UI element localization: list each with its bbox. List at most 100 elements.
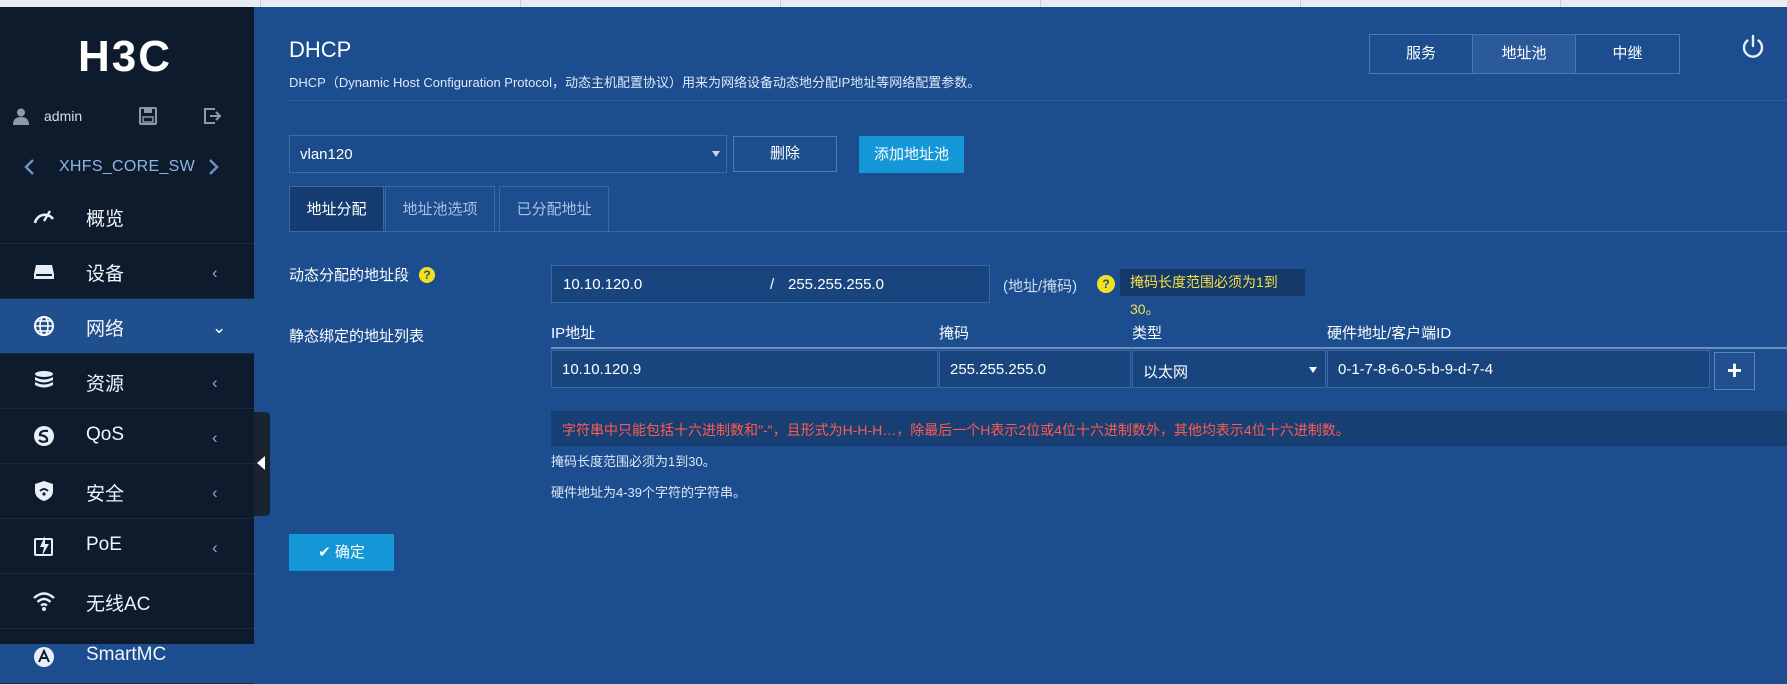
error-message: 字符串中只能包括十六进制数和"-"，且形式为H-H-H…，除最后一个H表示2位或… [562,422,1350,438]
mask-warning-tooltip: 掩码长度范围必须为1到30。 [1120,269,1305,317]
browser-tab[interactable] [0,0,261,7]
menu-label: QoS [86,424,125,445]
menu-label: SmartMC [86,644,167,665]
static-type-value: 以太网 [1143,364,1189,381]
topnav-tab-service[interactable]: 服务 [1370,35,1473,73]
browser-tab[interactable] [260,0,521,7]
sidebar: H3C admin XHFS_CORE_SW 概览 设备 ‹ 网络 ⌄ 资源 ‹… [0,7,254,684]
add-row-button[interactable]: + [1714,352,1755,390]
gauge-icon [33,210,55,224]
chevron-left-icon: ‹ [212,483,218,502]
qos-icon [34,426,54,446]
menu-item-resource[interactable]: 资源 ‹ [0,354,254,409]
chevron-left-icon: ‹ [212,428,218,447]
address-mask-separator: / [770,276,775,293]
menu-label: PoE [86,534,122,555]
menu-item-poe[interactable]: PoE ‹ [0,519,254,574]
next-device-icon[interactable] [205,157,221,177]
browser-tab[interactable] [1040,0,1301,7]
wifi-icon [33,592,55,611]
tab-divider [289,231,1787,232]
table-header-divider [551,347,1787,349]
power-icon[interactable] [1740,34,1766,60]
chevron-down-icon: ⌄ [212,318,227,337]
browser-tab[interactable] [1300,0,1561,7]
topnav-tab-relay[interactable]: 中继 [1576,35,1679,73]
tab-address-allocation[interactable]: 地址分配 [289,186,384,232]
col-header-type: 类型 [1132,325,1163,342]
confirm-label: 确定 [334,544,365,561]
help-icon[interactable]: ? [1097,275,1115,293]
browser-tab[interactable] [520,0,781,7]
menu-item-wireless-ac[interactable]: 无线AC [0,574,254,629]
format-hint: (地址/掩码) [1003,278,1078,295]
database-icon [35,371,53,388]
static-ip-input[interactable]: 10.10.120.9 [551,350,938,388]
col-header-ip: IP地址 [551,325,596,342]
header-divider [289,100,1787,101]
dynamic-range-label-row: 动态分配的地址段? [289,264,436,285]
static-ip-value: 10.10.120.9 [562,361,642,378]
menu-item-qos[interactable]: QoS ‹ [0,409,254,464]
menu-item-security[interactable]: 安全 ‹ [0,464,254,519]
col-header-hw: 硬件地址/客户端ID [1327,325,1452,342]
browser-tab-strip [0,0,1787,7]
sidebar-collapse-toggle[interactable] [254,412,270,516]
menu-label: 设备 [86,264,125,285]
col-header-mask: 掩码 [939,325,970,342]
check-icon: ✔ [318,544,331,561]
menu-item-smartmc[interactable]: SmartMC [0,629,254,684]
add-pool-button[interactable]: 添加地址池 [859,136,964,173]
tab-allocated-addresses[interactable]: 已分配地址 [499,186,609,232]
device-selector: XHFS_CORE_SW [0,147,254,189]
error-message-box: 字符串中只能包括十六进制数和"-"，且形式为H-H-H…，除最后一个H表示2位或… [551,411,1787,446]
caret-down-icon [712,151,720,157]
globe-icon [34,316,54,336]
menu-label: 概览 [86,209,125,230]
dynamic-range-label: 动态分配的地址段 [289,267,410,284]
menu-item-overview[interactable]: 概览 [0,189,254,244]
chevron-left-icon: ‹ [212,263,218,282]
smartmc-icon [34,647,54,667]
nav-menu: 概览 设备 ‹ 网络 ⌄ 资源 ‹ QoS ‹ 安全 ‹ PoE ‹ 无线AC … [0,189,254,684]
tab-pool-options[interactable]: 地址池选项 [385,186,495,232]
page-description: DHCP（Dynamic Host Configuration Protocol… [289,75,981,90]
triangle-left-icon [257,456,265,470]
h3c-logo: H3C [78,33,172,79]
menu-label: 无线AC [86,594,151,615]
menu-label: 网络 [86,319,125,340]
shield-icon [35,481,53,501]
menu-item-network[interactable]: 网络 ⌄ [0,299,254,354]
caret-down-icon [1309,367,1317,373]
note-hw-length: 硬件地址为4-39个字符的字符串。 [551,485,747,500]
device-icon [34,265,54,279]
browser-tab[interactable] [780,0,1041,7]
note-mask-range: 掩码长度范围必须为1到30。 [551,454,716,469]
static-hw-value: 0-1-7-8-6-0-5-b-9-d-7-4 [1338,361,1494,378]
pool-select-value: vlan120 [300,146,353,163]
static-mask-input[interactable]: 255.255.255.0 [939,350,1131,388]
confirm-button[interactable]: ✔ 确定 [289,534,394,571]
chevron-left-icon: ‹ [212,538,218,557]
page-title: DHCP [289,37,352,62]
menu-item-device[interactable]: 设备 ‹ [0,244,254,299]
dynamic-mask-value: 255.255.255.0 [788,276,884,293]
static-type-select[interactable]: 以太网 [1132,350,1326,388]
dynamic-address-value: 10.10.120.0 [563,276,643,293]
save-icon[interactable] [138,106,158,126]
username: admin [44,108,83,124]
menu-label: 安全 [86,484,125,505]
static-list-label: 静态绑定的地址列表 [289,328,425,345]
static-hw-input[interactable]: 0-1-7-8-6-0-5-b-9-d-7-4 [1327,350,1710,388]
delete-pool-button[interactable]: 删除 [733,136,837,172]
static-mask-value: 255.255.255.0 [950,361,1046,378]
dynamic-range-input[interactable]: 10.10.120.0 / 255.255.255.0 [551,265,990,303]
chevron-left-icon: ‹ [212,373,218,392]
user-bar: admin [0,97,254,137]
logout-icon[interactable] [202,106,222,126]
topnav-tab-address-pool[interactable]: 地址池 [1473,35,1576,73]
help-icon[interactable]: ? [419,267,436,283]
poe-icon [34,536,53,556]
pool-select[interactable]: vlan120 [289,135,727,173]
svg-text:H3C: H3C [78,33,172,79]
